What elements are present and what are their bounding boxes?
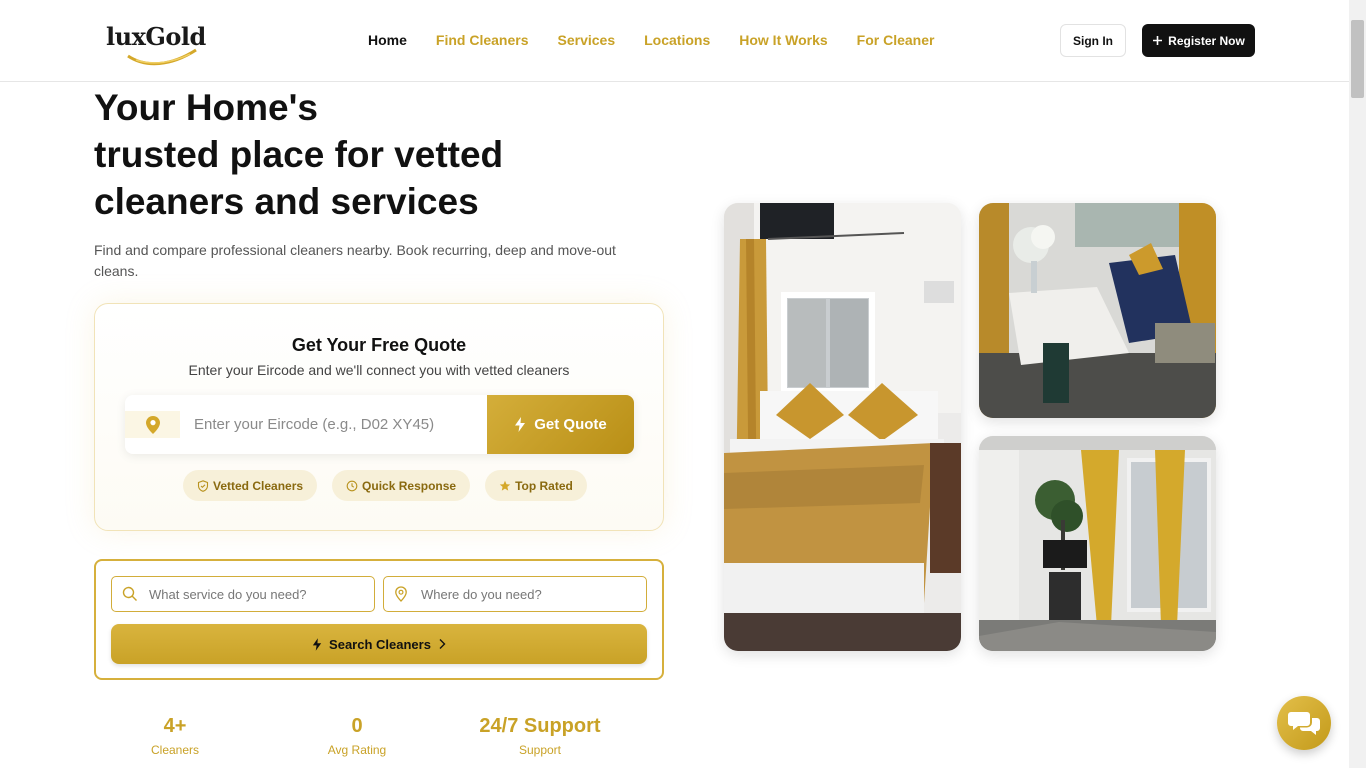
logo-swoosh-icon	[127, 48, 197, 66]
stat-support: 24/7 Support Support	[465, 715, 615, 757]
scrollbar-thumb[interactable]	[1351, 20, 1364, 98]
register-button[interactable]: Register Now	[1142, 24, 1255, 57]
dining-room-photo	[979, 203, 1216, 418]
stat-avg-rating: 0 Avg Rating	[307, 715, 407, 757]
badge-top-rated: Top Rated	[485, 470, 587, 501]
hero-subtitle: Find and compare professional cleaners n…	[94, 242, 616, 279]
plus-icon	[1153, 36, 1163, 45]
stat-label: Cleaners	[150, 743, 200, 757]
stat-value: 24/7 Support	[479, 715, 601, 737]
lightning-icon	[312, 637, 322, 651]
brand-logo[interactable]: luxGold	[106, 18, 206, 66]
nav-find-cleaners[interactable]: Find Cleaners	[436, 32, 529, 48]
chevron-right-icon	[439, 639, 446, 649]
site-header: luxGold Home Find Cleaners Services Loca…	[0, 0, 1349, 82]
search-cleaners-card: Search Cleaners	[94, 559, 664, 680]
hero-title-line-3: cleaners and services	[94, 181, 479, 222]
stat-cleaners: 4+ Cleaners	[125, 715, 225, 757]
service-search-field	[111, 576, 375, 612]
hero-title-line-2: trusted place for vetted	[94, 134, 504, 175]
service-input[interactable]	[149, 577, 359, 611]
stat-value: 0	[351, 715, 363, 737]
stat-label: Support	[518, 743, 562, 757]
eircode-input[interactable]	[194, 395, 484, 454]
get-quote-button[interactable]: Get Quote	[487, 395, 634, 454]
search-cleaners-label: Search Cleaners	[329, 636, 431, 652]
chat-bubbles-icon	[1288, 712, 1320, 735]
bedroom-photo	[724, 203, 961, 651]
register-label: Register Now	[1168, 33, 1245, 48]
quote-subtitle: Enter your Eircode and we'll connect you…	[188, 362, 570, 378]
map-pin-icon	[125, 411, 180, 438]
search-icon	[122, 586, 137, 601]
nav-home[interactable]: Home	[368, 32, 407, 48]
search-cleaners-button[interactable]: Search Cleaners	[111, 624, 647, 664]
quote-title: Get Your Free Quote	[291, 335, 467, 355]
hero-title-line-1: Your Home's	[94, 87, 318, 128]
stat-label: Avg Rating	[327, 743, 387, 757]
nav-how-it-works[interactable]: How It Works	[739, 32, 827, 48]
quote-badges: Vetted Cleaners Quick Response Top Rated	[183, 470, 587, 501]
page-scrollbar[interactable]	[1349, 0, 1366, 768]
lightning-icon	[515, 417, 526, 432]
chat-button[interactable]	[1277, 696, 1331, 750]
nav-services[interactable]: Services	[558, 32, 616, 48]
location-input[interactable]	[421, 577, 631, 611]
badge-label: Top Rated	[515, 478, 573, 493]
badge-label: Quick Response	[362, 478, 457, 493]
badge-label: Vetted Cleaners	[213, 478, 304, 493]
star-icon	[499, 480, 511, 491]
clock-icon	[346, 480, 358, 491]
nav-locations[interactable]: Locations	[644, 32, 710, 48]
living-room-photo	[979, 436, 1216, 651]
hero-title: Your Home's trusted place for vetted cle…	[94, 84, 503, 225]
free-quote-card: Get Your Free Quote Enter your Eircode a…	[94, 303, 664, 531]
sign-in-button[interactable]: Sign In	[1060, 24, 1126, 57]
map-pin-icon	[395, 586, 407, 602]
shield-check-icon	[197, 479, 209, 492]
get-quote-label: Get Quote	[534, 416, 607, 433]
main-nav: Home Find Cleaners Services Locations Ho…	[368, 32, 963, 48]
stat-value: 4+	[163, 715, 187, 737]
badge-quick-response: Quick Response	[332, 470, 471, 501]
eircode-form: Get Quote	[125, 395, 634, 454]
location-search-field	[383, 576, 647, 612]
badge-vetted-cleaners: Vetted Cleaners	[183, 470, 318, 501]
nav-for-cleaner[interactable]: For Cleaner	[857, 32, 935, 48]
sign-in-label: Sign In	[1073, 33, 1113, 48]
